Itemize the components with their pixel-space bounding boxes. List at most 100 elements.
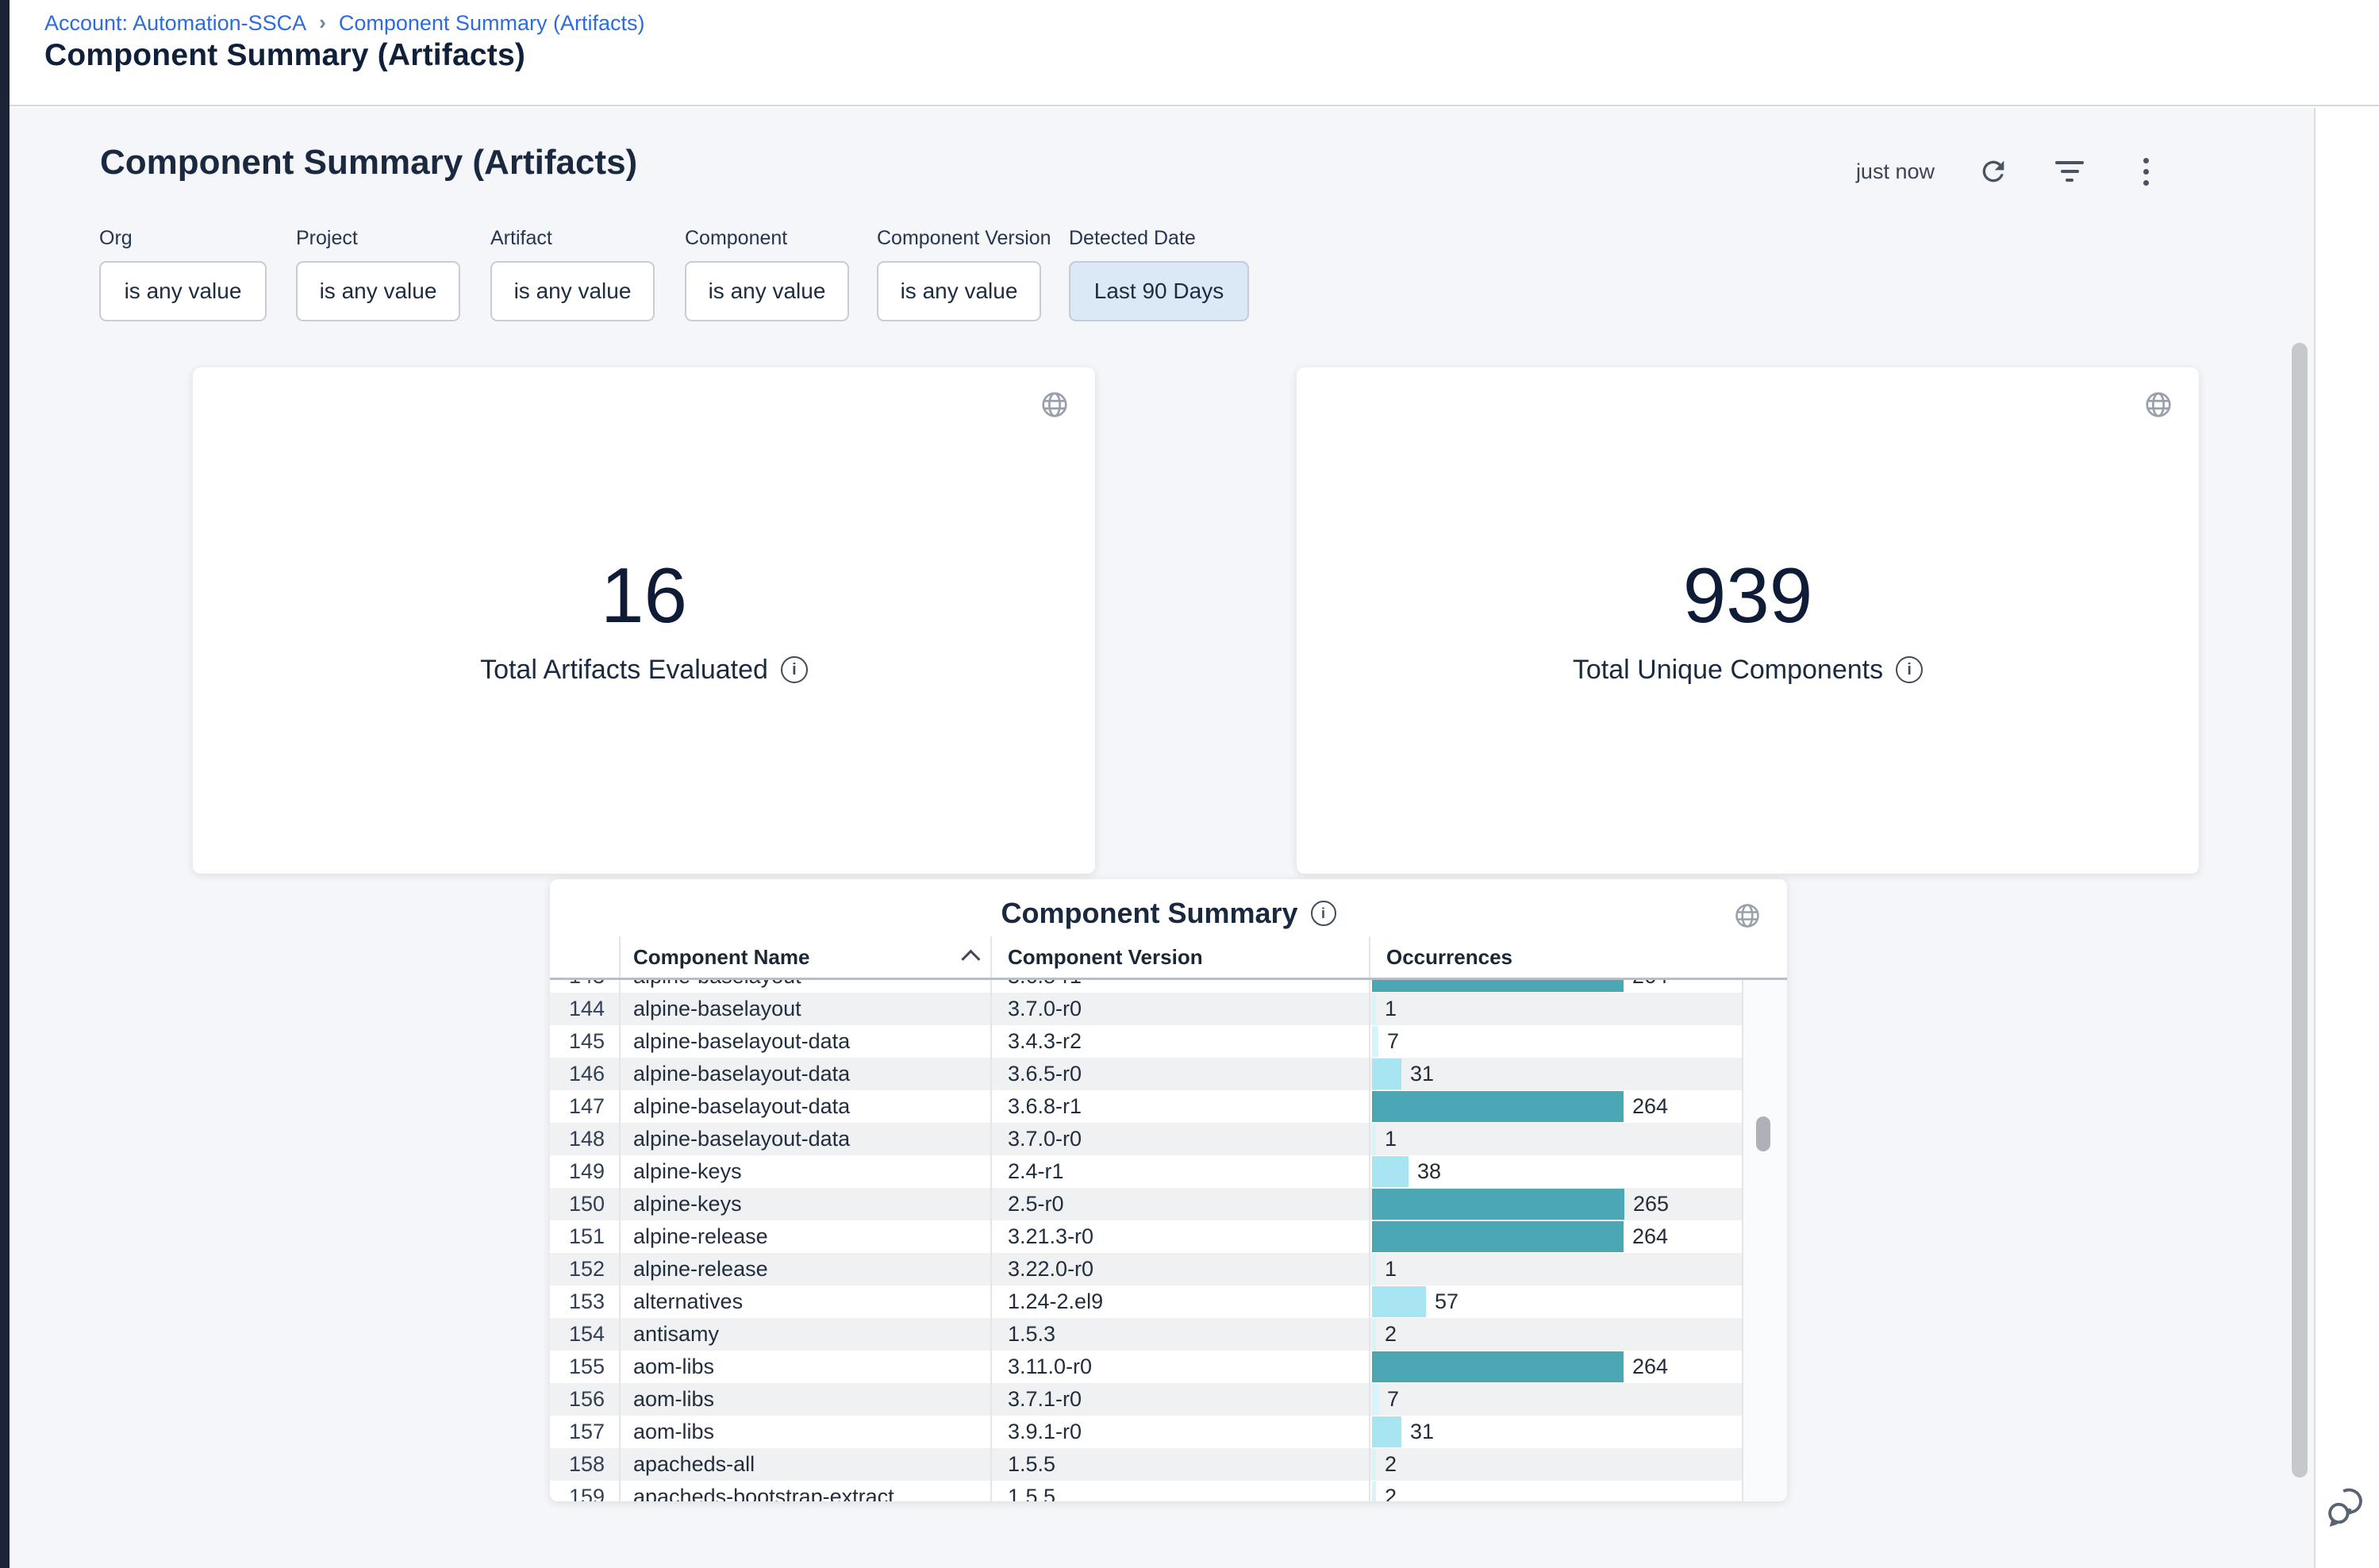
occurrence-bar <box>1372 1254 1376 1285</box>
info-icon[interactable]: i <box>1311 901 1336 926</box>
cell-occurrences: 1 <box>1369 1123 1742 1155</box>
nav-sidebar-edge[interactable] <box>0 0 10 1568</box>
cell-component-version: 1.24-2.el9 <box>990 1286 1369 1318</box>
filter-value-button[interactable]: is any value <box>296 261 460 321</box>
table-body[interactable]: 143alpine-baselayout3.6.8-r1264144alpine… <box>550 980 1742 1501</box>
dashboard-title: Component Summary (Artifacts) <box>100 143 637 183</box>
column-header-component-name[interactable]: Component Name <box>619 936 990 978</box>
occurrence-bar <box>1372 1319 1376 1350</box>
filter-value-button[interactable]: is any value <box>877 261 1041 321</box>
sort-asc-icon <box>961 949 980 968</box>
table-row: 152alpine-release3.22.0-r01 <box>550 1253 1742 1286</box>
breadcrumb-page-link[interactable]: Component Summary (Artifacts) <box>339 11 645 36</box>
chat-support-icon[interactable] <box>2323 1482 2371 1531</box>
cell-row-number: 158 <box>550 1448 619 1481</box>
stat-value: 16 <box>601 556 687 634</box>
cell-component-version: 3.6.5-r0 <box>990 1058 1369 1090</box>
table-row: 154antisamy1.5.32 <box>550 1318 1742 1351</box>
table-scrollbar-track[interactable] <box>1742 980 1787 1501</box>
stat-label: Total Artifacts Evaluated <box>480 655 768 686</box>
cell-row-number: 149 <box>550 1155 619 1188</box>
component-summary-table-card: Component Summary i Component Name Compo… <box>550 879 1787 1501</box>
occurrence-bar <box>1372 1221 1624 1252</box>
cell-component-version: 3.4.3-r2 <box>990 1025 1369 1058</box>
cell-component-name: aom-libs <box>619 1351 990 1383</box>
dashboard-more-menu-button[interactable] <box>2128 154 2163 189</box>
cell-component-version: 3.6.8-r1 <box>990 980 1369 993</box>
occurrence-value: 264 <box>1632 980 1668 989</box>
globe-icon[interactable] <box>1040 390 1070 424</box>
cell-component-version: 3.6.8-r1 <box>990 1090 1369 1123</box>
filter-label: Org <box>99 227 267 250</box>
table-row: 146alpine-baselayout-data3.6.5-r031 <box>550 1058 1742 1090</box>
cell-occurrences: 2 <box>1369 1318 1742 1351</box>
cell-row-number: 155 <box>550 1351 619 1383</box>
info-icon[interactable]: i <box>1896 656 1923 683</box>
breadcrumb-account-link[interactable]: Account: Automation-SSCA <box>44 11 306 36</box>
occurrence-value: 264 <box>1632 1224 1668 1249</box>
table-row: 143alpine-baselayout3.6.8-r1264 <box>550 980 1742 993</box>
occurrence-value: 1 <box>1385 1127 1397 1151</box>
column-header-component-version[interactable]: Component Version <box>990 936 1369 978</box>
cell-component-version: 1.5.5 <box>990 1481 1369 1501</box>
occurrence-bar <box>1372 1026 1378 1057</box>
cell-component-version: 3.22.0-r0 <box>990 1253 1369 1286</box>
occurrence-value: 2 <box>1385 1452 1397 1477</box>
cell-occurrences: 1 <box>1369 993 1742 1025</box>
table-row: 150alpine-keys2.5-r0265 <box>550 1188 1742 1220</box>
cell-row-number: 159 <box>550 1481 619 1501</box>
cell-component-version: 3.7.0-r0 <box>990 993 1369 1025</box>
filter-value-button[interactable]: Last 90 Days <box>1069 261 1249 321</box>
cell-component-name: apacheds-all <box>619 1448 990 1481</box>
filter-value-button[interactable]: is any value <box>685 261 849 321</box>
cell-component-version: 3.7.1-r0 <box>990 1383 1369 1416</box>
occurrence-value: 57 <box>1435 1289 1459 1314</box>
cell-component-version: 3.21.3-r0 <box>990 1220 1369 1253</box>
cell-row-number: 145 <box>550 1025 619 1058</box>
cell-component-name: alpine-baselayout <box>619 980 990 993</box>
cell-component-version: 3.11.0-r0 <box>990 1351 1369 1383</box>
column-header-occurrences[interactable]: Occurrences <box>1369 936 1742 978</box>
cell-component-name: alpine-release <box>619 1253 990 1286</box>
cell-row-number: 154 <box>550 1318 619 1351</box>
table-row: 155aom-libs3.11.0-r0264 <box>550 1351 1742 1383</box>
table-scrollbar-thumb[interactable] <box>1756 1116 1770 1151</box>
occurrence-bar <box>1372 1091 1624 1122</box>
refresh-button[interactable] <box>1976 154 2011 189</box>
page-header: Account: Automation-SSCA › Component Sum… <box>10 0 2379 106</box>
app-root: Account: Automation-SSCA › Component Sum… <box>0 0 2379 1568</box>
occurrence-bar <box>1372 993 1376 1024</box>
cell-row-number: 157 <box>550 1416 619 1448</box>
occurrence-value: 7 <box>1387 1029 1399 1054</box>
cell-component-version: 1.5.5 <box>990 1448 1369 1481</box>
dashboard-filters-button[interactable] <box>2052 154 2087 189</box>
cell-row-number: 156 <box>550 1383 619 1416</box>
cell-component-name: alpine-baselayout <box>619 993 990 1025</box>
globe-icon[interactable] <box>1733 901 1762 934</box>
filter-value-button[interactable]: is any value <box>490 261 655 321</box>
cell-component-version: 3.7.0-r0 <box>990 1123 1369 1155</box>
cell-occurrences: 2 <box>1369 1481 1742 1501</box>
filter-group-component-version: Component Versionis any value <box>877 227 1051 321</box>
last-refreshed-label: just now <box>1856 159 1935 184</box>
table-row: 147alpine-baselayout-data3.6.8-r1264 <box>550 1090 1742 1123</box>
cell-component-name: alpine-baselayout-data <box>619 1025 990 1058</box>
cell-row-number: 147 <box>550 1090 619 1123</box>
stat-value: 939 <box>1683 556 1813 634</box>
filter-group-component: Componentis any value <box>685 227 849 321</box>
globe-icon[interactable] <box>2143 390 2173 424</box>
cell-occurrences: 57 <box>1369 1286 1742 1318</box>
table-title: Component Summary <box>1001 897 1297 930</box>
kebab-menu-icon <box>2143 158 2149 186</box>
stat-card-total-artifacts: 16 Total Artifacts Evaluated i <box>193 367 1095 874</box>
occurrence-bar <box>1372 1189 1624 1220</box>
panel-scrollbar-thumb[interactable] <box>2292 343 2308 1478</box>
info-icon[interactable]: i <box>781 656 808 683</box>
filter-value-button[interactable]: is any value <box>99 261 267 321</box>
page-title: Component Summary (Artifacts) <box>44 38 525 73</box>
table-row: 159apacheds-bootstrap-extract1.5.52 <box>550 1481 1742 1501</box>
table-row: 145alpine-baselayout-data3.4.3-r2 7 <box>550 1025 1742 1058</box>
occurrence-bar <box>1372 980 1624 992</box>
dashboard-panel: Component Summary (Artifacts) just now O… <box>10 108 2316 1568</box>
occurrence-value: 2 <box>1385 1485 1397 1501</box>
